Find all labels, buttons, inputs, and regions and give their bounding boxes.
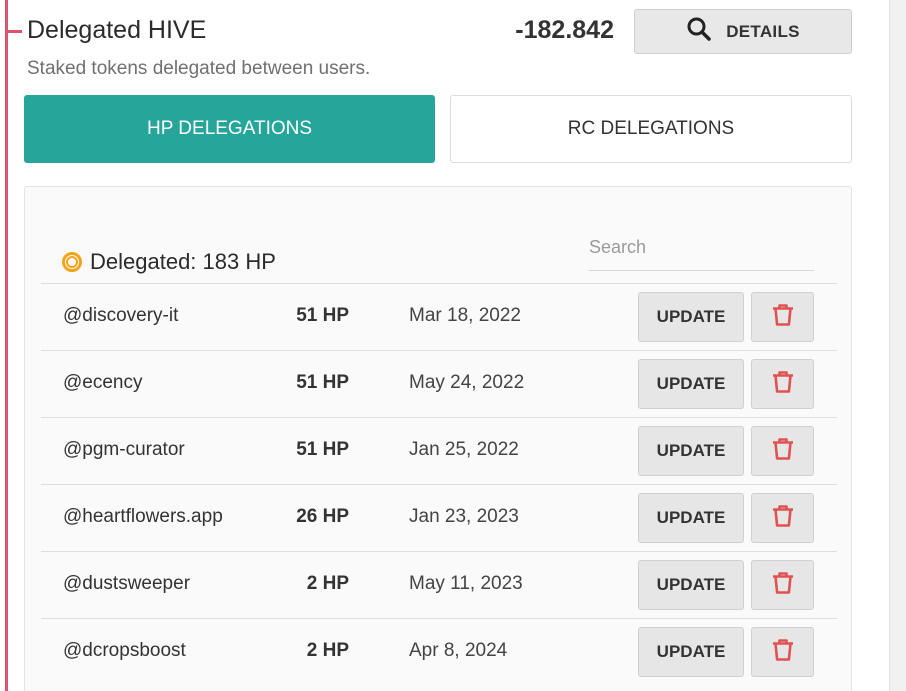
- delete-button[interactable]: [751, 493, 814, 543]
- details-button[interactable]: DETAILS: [634, 9, 852, 54]
- delegated-summary-label: Delegated: 183 HP: [90, 249, 276, 274]
- update-button[interactable]: UPDATE: [638, 627, 744, 677]
- delegations-table: @discovery-it 51 HP Mar 18, 2022 UPDATE …: [41, 283, 837, 685]
- tab-label: HP DELEGATIONS: [146, 118, 313, 139]
- trash-icon: [770, 302, 796, 333]
- table-row: @discovery-it 51 HP Mar 18, 2022 UPDATE: [41, 283, 837, 350]
- update-button[interactable]: UPDATE: [638, 292, 744, 342]
- row-username: @dustsweeper: [63, 573, 191, 594]
- tab-hp-delegations[interactable]: HP DELEGATIONS: [24, 95, 435, 163]
- row-date: Jan 25, 2022: [409, 439, 519, 460]
- trash-icon: [770, 369, 796, 400]
- update-button[interactable]: UPDATE: [638, 426, 744, 476]
- trash-icon: [770, 637, 796, 668]
- row-date: Jan 23, 2023: [409, 506, 519, 527]
- table-row: @pgm-curator 51 HP Jan 25, 2022 UPDATE: [41, 417, 837, 484]
- row-date: Apr 8, 2024: [409, 640, 508, 661]
- trash-icon: [770, 503, 796, 534]
- row-date: May 24, 2022: [409, 372, 525, 393]
- section-rule: [5, 0, 8, 691]
- table-row: @heartflowers.app 26 HP Jan 23, 2023 UPD…: [41, 484, 837, 551]
- delete-button[interactable]: [751, 627, 814, 677]
- tab-label: RC DELEGATIONS: [567, 118, 735, 139]
- row-date: Mar 18, 2022: [409, 305, 521, 326]
- update-button[interactable]: UPDATE: [638, 359, 744, 409]
- row-amount: 2 HP: [306, 640, 349, 661]
- delete-button[interactable]: [751, 359, 814, 409]
- row-username: @ecency: [63, 372, 143, 393]
- page-subtitle: Staked tokens delegated between users.: [27, 58, 371, 79]
- row-username: @pgm-curator: [63, 439, 185, 460]
- update-button[interactable]: UPDATE: [638, 560, 744, 610]
- update-button[interactable]: UPDATE: [638, 493, 744, 543]
- delete-button[interactable]: [751, 426, 814, 476]
- row-username: @discovery-it: [63, 305, 179, 326]
- trash-icon: [770, 570, 796, 601]
- table-row: @ecency 51 HP May 24, 2022 UPDATE: [41, 350, 837, 417]
- row-amount: 26 HP: [296, 506, 349, 527]
- table-row: @dcropsboost 2 HP Apr 8, 2024 UPDATE: [41, 618, 837, 685]
- delete-button[interactable]: [751, 292, 814, 342]
- trash-icon: [770, 436, 796, 467]
- row-username: @heartflowers.app: [63, 506, 223, 527]
- tab-rc-delegations[interactable]: RC DELEGATIONS: [450, 95, 852, 163]
- details-button-label: DETAILS: [726, 21, 800, 41]
- search-icon: [686, 16, 712, 47]
- scrollbar-track[interactable]: [889, 0, 906, 691]
- row-amount: 51 HP: [296, 305, 349, 326]
- delegated-summary: Delegated: 183 HP: [62, 249, 276, 275]
- row-amount: 51 HP: [296, 439, 349, 460]
- section-rule-tick: [5, 30, 22, 33]
- row-amount: 2 HP: [306, 573, 349, 594]
- page-title: Delegated HIVE: [27, 16, 207, 44]
- row-date: May 11, 2023: [409, 573, 523, 594]
- row-amount: 51 HP: [296, 372, 349, 393]
- table-row: @dustsweeper 2 HP May 11, 2023 UPDATE: [41, 551, 837, 618]
- delete-button[interactable]: [751, 560, 814, 610]
- search-input[interactable]: [589, 225, 814, 271]
- row-username: @dcropsboost: [63, 640, 186, 661]
- coin-icon: [62, 252, 82, 272]
- delegations-panel: Delegated: 183 HP @discovery-it 51 HP Ma…: [24, 186, 852, 691]
- delegated-amount: -182.842: [515, 16, 614, 44]
